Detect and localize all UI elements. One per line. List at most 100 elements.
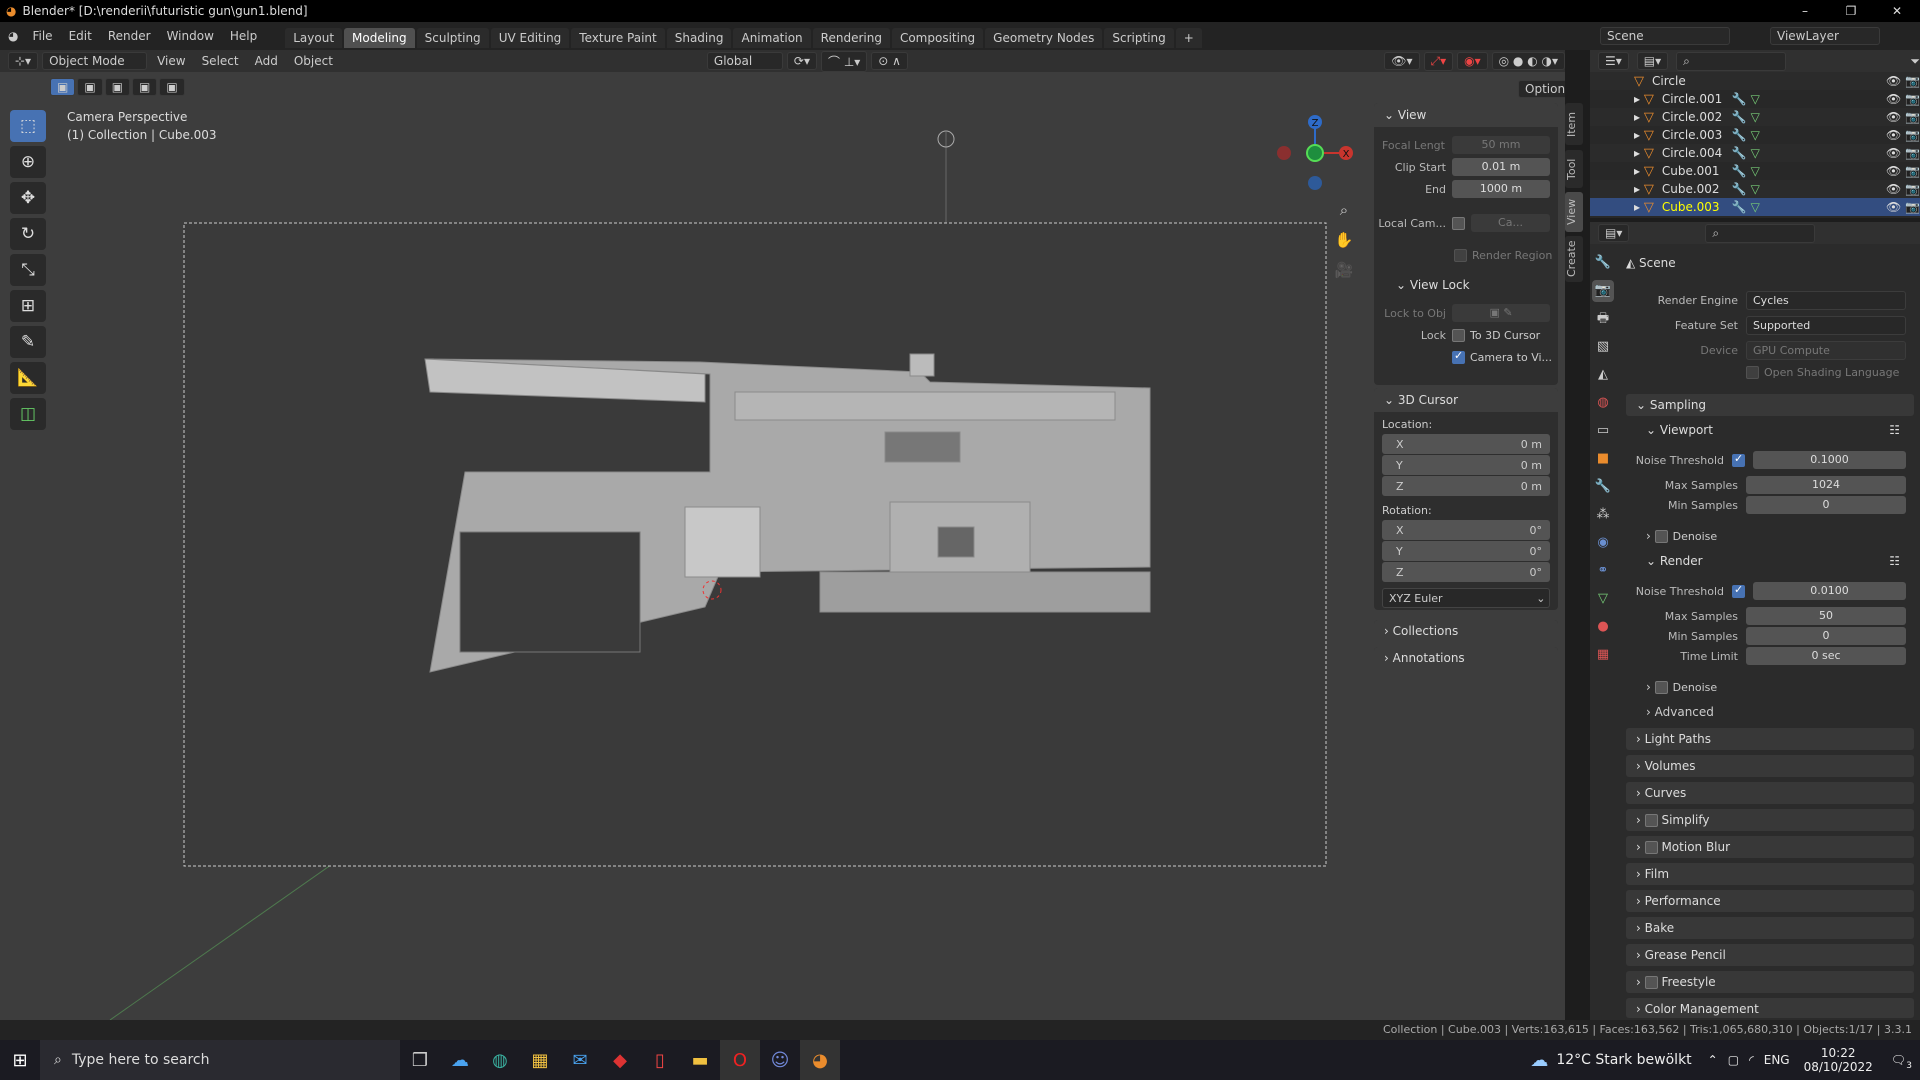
clock[interactable]: 10:22 08/10/2022 [1804,1046,1873,1074]
snap-icon[interactable]: ⌒ ⊥▾ [821,50,868,72]
eye-icon[interactable]: 👁 [1886,110,1901,124]
eye-icon[interactable]: 👁 [1886,200,1901,214]
tab-shading[interactable]: Shading [666,28,732,48]
3d-cursor-header[interactable]: ⌄ 3D Cursor [1374,388,1558,412]
viewlayer-selector[interactable]: ViewLayer [1770,27,1880,45]
output-tab-icon[interactable]: 🖶 [1592,308,1614,330]
sidebar-tab-view[interactable]: View [1565,192,1583,232]
menu-edit[interactable]: Edit [61,29,100,43]
menu-file[interactable]: File [24,29,60,43]
sidebar-tab-item[interactable]: Item [1565,103,1583,145]
navigation-gizmo[interactable]: Z X [1270,112,1360,202]
freestyle-section[interactable]: › Freestyle [1626,971,1914,993]
film-section[interactable]: › Film [1626,863,1914,885]
menu-window[interactable]: Window [159,29,222,43]
menu-render[interactable]: Render [100,29,159,43]
weather-text[interactable]: 12°C Stark bewölkt [1556,1052,1691,1068]
rotation-x-field[interactable]: X 0° [1382,520,1550,540]
object-tab-icon[interactable]: ■ [1592,448,1614,470]
filter-icon[interactable]: ⏷ [1910,54,1920,69]
pan-hand-icon[interactable]: ✋ [1332,225,1356,255]
outliner-item-selected[interactable]: ▸ ▽ Cube.003 🔧 ▽ 👁 📷 [1590,198,1920,216]
select-invert-icon[interactable]: ▣ [132,78,158,96]
onedrive-icon[interactable]: ☁ [440,1040,480,1080]
outliner-item[interactable]: ▸ ▽ Cube.001 🔧 ▽ 👁 📷 [1590,162,1920,180]
data-tab-icon[interactable]: ▽ [1592,588,1614,610]
outliner-search-input[interactable]: ⌕ [1676,51,1787,71]
outliner-item[interactable]: ▸ ▽ Circle.001 🔧 ▽ 👁 📷 [1590,90,1920,108]
to-3d-cursor-checkbox[interactable] [1452,328,1465,342]
tab-texture-paint[interactable]: Texture Paint [571,28,665,48]
view-panel-header[interactable]: ⌄ View [1374,103,1558,127]
sampling-section[interactable]: ⌄ Sampling [1626,394,1914,416]
overlay-icon[interactable]: ◉▾ [1457,52,1488,70]
menu-select[interactable]: Select [196,54,245,68]
vp-denoise-checkbox[interactable] [1654,529,1668,543]
game-app-icon[interactable]: ◆ [600,1040,640,1080]
rotation-mode-dropdown[interactable]: XYZ Euler ⌄ [1382,588,1550,608]
curves-section[interactable]: › Curves [1626,782,1914,804]
world-tab-icon[interactable]: ◍ [1592,392,1614,414]
pivot-icon[interactable]: ⟳▾ [786,52,817,70]
edge-icon[interactable]: ◍ [480,1040,520,1080]
scene-selector[interactable]: Scene [1600,27,1730,45]
focal-length-field[interactable]: 50 mm [1452,136,1550,154]
transform-tool-icon[interactable]: ⊞ [10,290,46,322]
view-lock-header[interactable]: ⌄ View Lock [1374,275,1558,295]
display-mode-icon[interactable]: ▤▾ [1636,52,1669,70]
viewport-subsection[interactable]: ⌄ Viewport ☷ [1626,420,1914,440]
preset-list-icon[interactable]: ☷ [1889,554,1900,568]
r-min-samples-field[interactable]: 0 [1746,627,1906,645]
menu-help[interactable]: Help [222,29,265,43]
collection-tab-icon[interactable]: ▭ [1592,420,1614,442]
performance-section[interactable]: › Performance [1626,890,1914,912]
vp-noise-threshold-checkbox[interactable] [1732,452,1745,467]
camera-render-icon[interactable]: 📷 [1905,128,1920,142]
select-new-icon[interactable]: ▣ [50,78,76,96]
3d-viewport[interactable]: Camera Perspective (1) Collection | Cube… [0,72,1565,1020]
store-icon[interactable]: ▦ [520,1040,560,1080]
blender-menu-icon[interactable]: ◕ [8,29,18,43]
annotate-tool-icon[interactable]: ✎ [10,326,46,358]
camera-render-icon[interactable]: 📷 [1905,200,1920,214]
light-paths-section[interactable]: › Light Paths [1626,728,1914,750]
texture-tab-icon[interactable]: ▦ [1592,644,1614,666]
menu-object[interactable]: Object [288,54,339,68]
clip-start-field[interactable]: 0.01 m [1452,158,1550,176]
view-layer-tab-icon[interactable]: ▧ [1592,336,1614,358]
camera-view-icon[interactable]: 🎥 [1332,255,1356,285]
render-engine-dropdown[interactable]: Cycles [1746,290,1906,310]
gizmo-icon[interactable]: ⤢▾ [1423,51,1454,71]
shading-modes[interactable]: ◎ ● ◐ ◑▾ [1491,52,1565,70]
scale-tool-icon[interactable]: ⤡ [10,254,46,286]
device-dropdown[interactable]: GPU Compute [1746,340,1906,360]
scene-tab-icon[interactable]: ◭ [1592,364,1614,386]
vp-noise-threshold-field[interactable]: 0.1000 [1753,451,1906,469]
taskbar-search[interactable]: ⌕ Type here to search [40,1040,400,1080]
outliner-item[interactable]: ▸ ▽ Cube.002 🔧 ▽ 👁 📷 [1590,180,1920,198]
select-box-tool-icon[interactable]: ⬚ [10,110,46,142]
add-cube-tool-icon[interactable]: ◫ [10,398,46,430]
transform-orientation-dropdown[interactable]: Global [706,52,783,70]
close-button[interactable]: ✕ [1874,0,1920,22]
time-limit-field[interactable]: 0 sec [1746,647,1906,665]
location-z-field[interactable]: Z 0 m [1382,476,1550,496]
menu-view[interactable]: View [151,54,191,68]
blender-taskbar-icon[interactable]: ◕ [800,1040,840,1080]
windows-start-icon[interactable]: ⊞ [0,1040,40,1080]
constraints-tab-icon[interactable]: ⚭ [1592,560,1614,582]
wifi-icon[interactable]: ◜ [1749,1053,1754,1067]
zoom-icon[interactable]: ⌕ [1332,195,1356,225]
freestyle-checkbox[interactable] [1644,976,1658,989]
camera-render-icon[interactable]: 📷 [1905,182,1920,196]
properties-search-input[interactable]: ⌕ [1705,223,1816,243]
physics-tab-icon[interactable]: ◉ [1592,532,1614,554]
tab-rendering[interactable]: Rendering [812,28,890,48]
select-extend-icon[interactable]: ▣ [77,78,103,96]
bake-section[interactable]: › Bake [1626,917,1914,939]
render-subsection[interactable]: ⌄ Render ☷ [1626,551,1914,571]
camera-render-icon[interactable]: 📷 [1905,164,1920,178]
visibility-icon[interactable]: 👁▾ [1384,52,1420,70]
measure-tool-icon[interactable]: 📐 [10,362,46,394]
location-y-field[interactable]: Y 0 m [1382,455,1550,475]
